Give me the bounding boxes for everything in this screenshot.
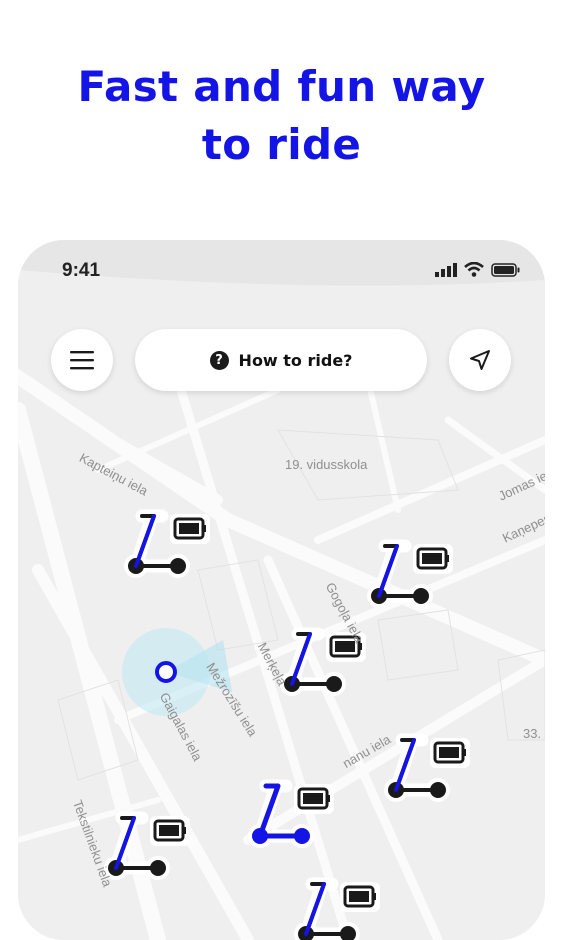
battery-icon	[491, 262, 520, 277]
map-label-school: 19. vidusskola	[285, 457, 368, 472]
headline-line-2: to ride	[201, 120, 362, 169]
headline-line-1: Fast and fun way	[77, 62, 486, 111]
menu-icon	[70, 351, 94, 370]
headline: Fast and fun way to ride	[0, 58, 563, 174]
menu-button[interactable]	[51, 329, 113, 391]
wifi-icon	[464, 262, 484, 277]
question-icon: ?	[209, 350, 229, 370]
map-label-number: 33.	[523, 726, 542, 741]
status-bar: 9:41	[18, 258, 545, 286]
navigation-arrow-icon	[470, 350, 490, 370]
signal-icon	[435, 262, 457, 277]
locate-me-button[interactable]	[449, 329, 511, 391]
phone-frame: 19. vidusskola Kapteiņu iela Jomas iela …	[18, 240, 545, 940]
how-to-ride-button[interactable]: ? How to ride?	[135, 329, 427, 391]
how-to-ride-label: How to ride?	[238, 350, 353, 370]
status-time: 9:41	[62, 260, 101, 281]
